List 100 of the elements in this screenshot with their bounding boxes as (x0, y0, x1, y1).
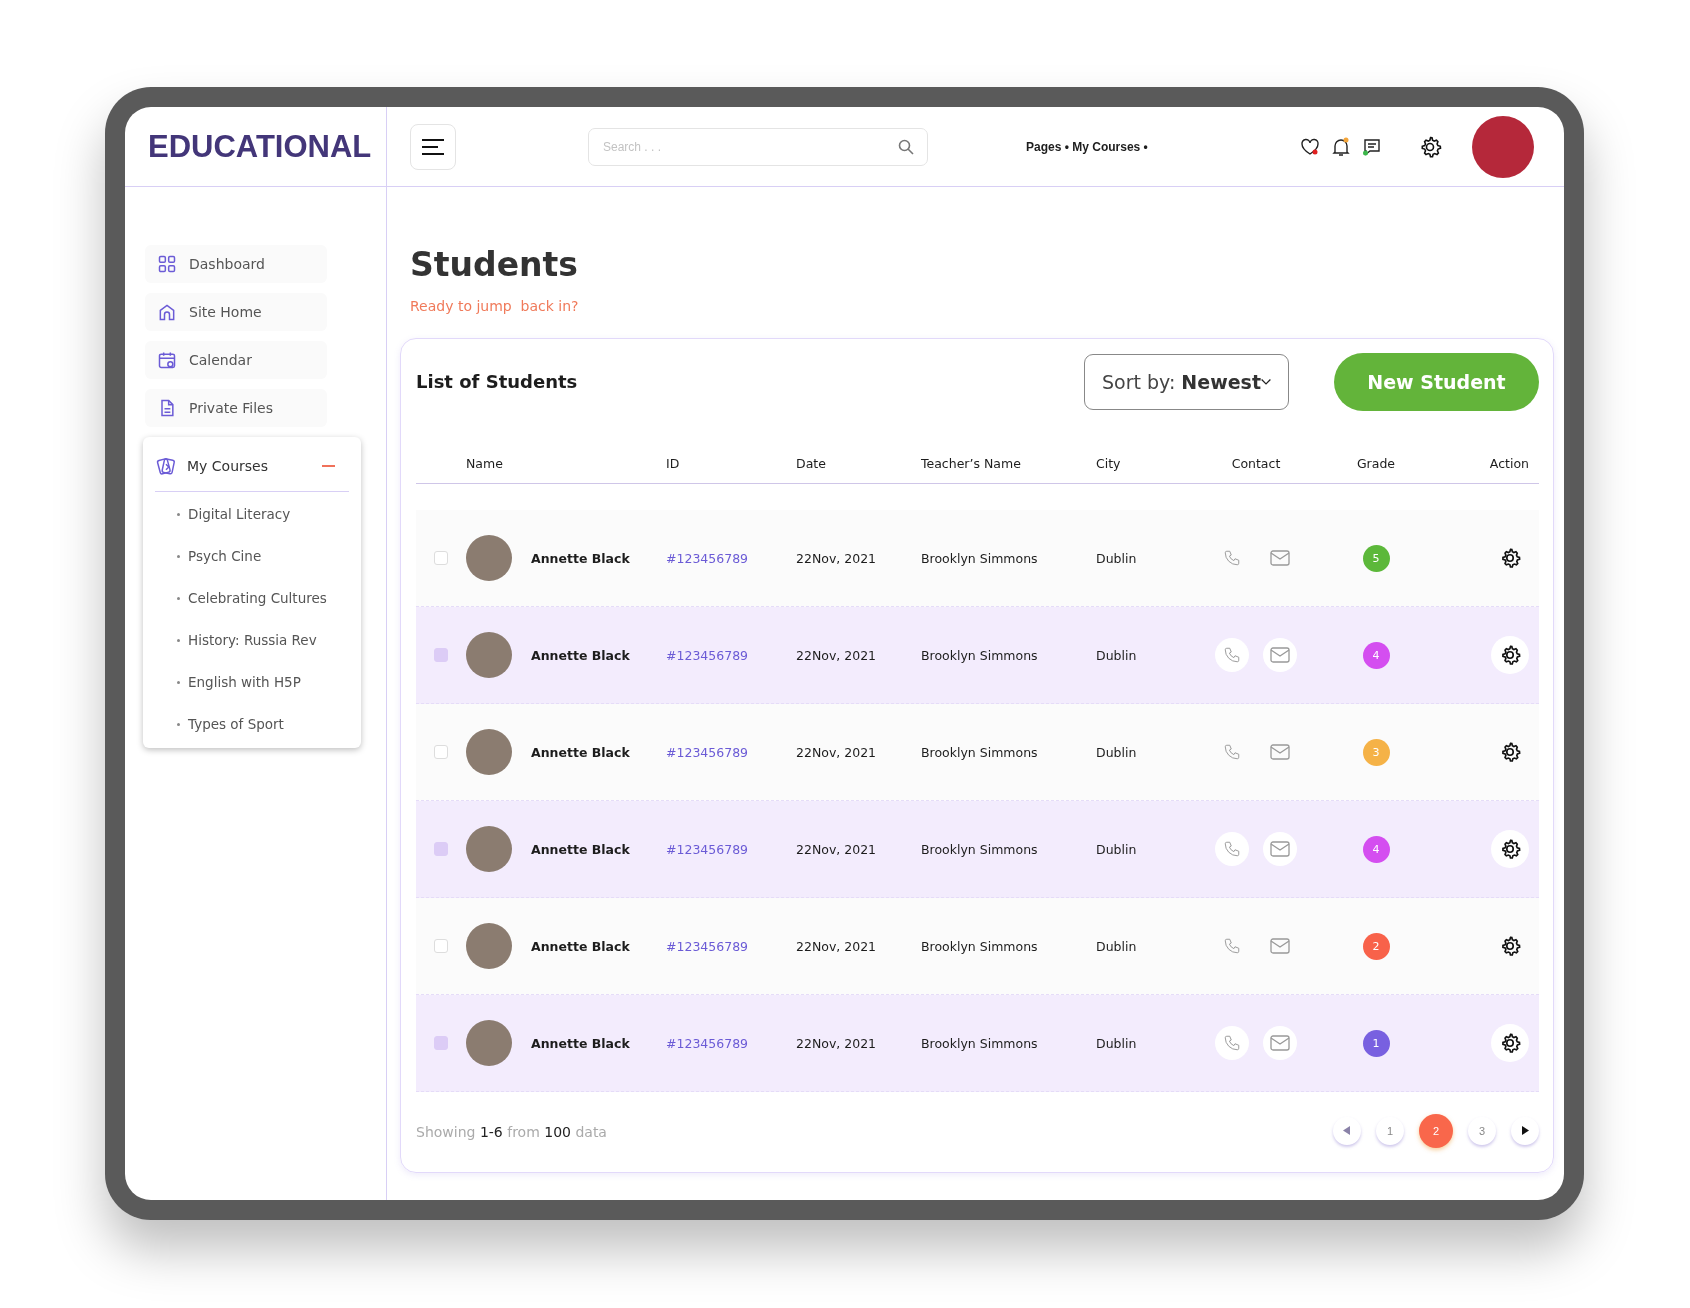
heart-icon[interactable] (1300, 137, 1320, 156)
student-id[interactable]: #123456789 (666, 647, 796, 663)
phone-icon (1223, 549, 1241, 567)
teacher-cell-text: Brooklyn Simmons (921, 938, 1039, 954)
next-page-button[interactable] (1511, 1116, 1539, 1145)
student-id[interactable]: #123456789 (666, 841, 796, 857)
city-cell-text: Dublin (1096, 841, 1138, 857)
chat-icon[interactable] (1362, 136, 1382, 157)
cards-icon (155, 455, 177, 477)
mail-button[interactable] (1263, 1026, 1297, 1060)
course-link[interactable]: Psych Cine (177, 548, 349, 564)
table-row[interactable]: Annette Black #123456789 22Nov, 2021 Brooklyn Simmons Dublin 4 (416, 607, 1539, 704)
sidebar-item[interactable]: Site Home (145, 293, 327, 331)
city-cell-text: Dublin (1096, 744, 1138, 760)
home-icon (157, 302, 177, 322)
table-row[interactable]: Annette Black #123456789 22Nov, 2021 Brooklyn Simmons Dublin 3 (416, 704, 1539, 801)
student-name: Annette Black (531, 841, 631, 857)
city-cell-text: Dublin (1096, 647, 1138, 663)
student-id[interactable]: #123456789 (666, 938, 796, 954)
student-name: Annette Black (531, 550, 631, 566)
row-checkbox[interactable] (434, 939, 448, 953)
chevron-down-icon (1261, 376, 1271, 387)
settings-icon (1499, 644, 1521, 666)
course-link[interactable]: Types of Sport (177, 716, 349, 732)
student-name: Annette Black (531, 1035, 631, 1051)
settings-icon (1499, 1032, 1521, 1054)
page-subtitle: Ready to jump back in? (410, 298, 580, 314)
grade-badge: 3 (1362, 738, 1390, 766)
dashboard-icon (157, 254, 177, 274)
previous-page-button[interactable] (1333, 1116, 1361, 1145)
row-settings-button[interactable] (1491, 636, 1529, 674)
mail-button[interactable] (1263, 638, 1297, 672)
menu-button[interactable] (410, 123, 456, 170)
phone-icon (1223, 1034, 1241, 1052)
student-avatar (466, 632, 512, 678)
student-name: Annette Black (531, 938, 631, 954)
sidebar-item[interactable]: Calendar (145, 341, 327, 379)
student-id[interactable]: #123456789 (666, 550, 796, 566)
phone-button[interactable] (1215, 1026, 1249, 1060)
phone-icon (1223, 840, 1241, 858)
phone-icon (1223, 646, 1241, 664)
row-checkbox[interactable] (434, 745, 448, 759)
course-link[interactable]: Celebrating Cultures (177, 590, 349, 606)
mail-icon (1270, 744, 1290, 760)
sort-dropdown[interactable]: Sort by: Newest (1084, 353, 1289, 410)
phone-button[interactable] (1215, 832, 1249, 866)
grade-badge: 1 (1362, 1029, 1390, 1057)
page-button[interactable]: 1 (1376, 1116, 1404, 1145)
column-header: Teacher’s Name (921, 455, 1022, 471)
column-header: City (1096, 455, 1122, 471)
phone-button[interactable] (1215, 638, 1249, 672)
table-row[interactable]: Annette Black #123456789 22Nov, 2021 Brooklyn Simmons Dublin 5 (416, 510, 1539, 607)
my-courses-item[interactable]: My Courses (155, 447, 349, 492)
teacher-cell-text: Brooklyn Simmons (921, 841, 1039, 857)
phone-icon (1223, 743, 1241, 761)
table-row[interactable]: Annette Black #123456789 22Nov, 2021 Brooklyn Simmons Dublin 4 (416, 801, 1539, 898)
sidebar-item[interactable]: Private Files (145, 389, 327, 427)
mail-button[interactable] (1263, 832, 1297, 866)
course-link[interactable]: History: Russia Rev (177, 632, 349, 648)
course-link[interactable]: Digital Literacy (177, 506, 349, 522)
date-cell-text: 22Nov, 2021 (796, 841, 878, 857)
student-name: Annette Black (531, 744, 631, 760)
column-header: Name (466, 455, 504, 471)
table-row[interactable]: Annette Black #123456789 22Nov, 2021 Brooklyn Simmons Dublin 2 (416, 898, 1539, 995)
sidebar-item[interactable]: Dashboard (145, 245, 327, 283)
search-icon (898, 138, 914, 155)
mail-icon (1270, 938, 1290, 954)
date-cell-text: 22Nov, 2021 (796, 938, 878, 954)
mail-icon (1270, 1035, 1290, 1051)
menu-icon (422, 138, 444, 155)
teacher-cell-text: Brooklyn Simmons (921, 1035, 1039, 1051)
teacher-cell-text: Brooklyn Simmons (921, 744, 1039, 760)
row-settings-button[interactable] (1491, 1024, 1529, 1062)
row-checkbox[interactable] (434, 648, 448, 662)
row-checkbox[interactable] (434, 551, 448, 565)
date-cell-text: 22Nov, 2021 (796, 744, 878, 760)
breadcrumb: Pages • My Courses • (1026, 139, 1148, 154)
page-button[interactable]: 3 (1468, 1116, 1496, 1145)
mail-icon (1270, 647, 1290, 663)
row-checkbox[interactable] (434, 1036, 448, 1050)
mail-icon (1270, 550, 1290, 566)
right-triangle-icon (1521, 1126, 1529, 1135)
course-link[interactable]: English with H5P (177, 674, 349, 690)
column-header: Action (1489, 455, 1529, 471)
row-checkbox[interactable] (434, 842, 448, 856)
teacher-cell-text: Brooklyn Simmons (921, 647, 1039, 663)
city-cell-text: Dublin (1096, 938, 1138, 954)
student-id[interactable]: #123456789 (666, 1035, 796, 1051)
bell-icon[interactable] (1332, 136, 1350, 157)
search-field[interactable]: Search . . . (588, 127, 928, 166)
column-header: Grade (1356, 455, 1396, 471)
date-cell-text: 22Nov, 2021 (796, 647, 878, 663)
city-cell-text: Dublin (1096, 550, 1138, 566)
row-settings-button[interactable] (1491, 830, 1529, 868)
settings-icon (1499, 935, 1521, 957)
student-id[interactable]: #123456789 (666, 744, 796, 760)
student-avatar (466, 923, 512, 969)
page-title: Students (410, 245, 579, 284)
table-row[interactable]: Annette Black #123456789 22Nov, 2021 Brooklyn Simmons Dublin 1 (416, 995, 1539, 1092)
grade-badge: 4 (1362, 641, 1390, 669)
